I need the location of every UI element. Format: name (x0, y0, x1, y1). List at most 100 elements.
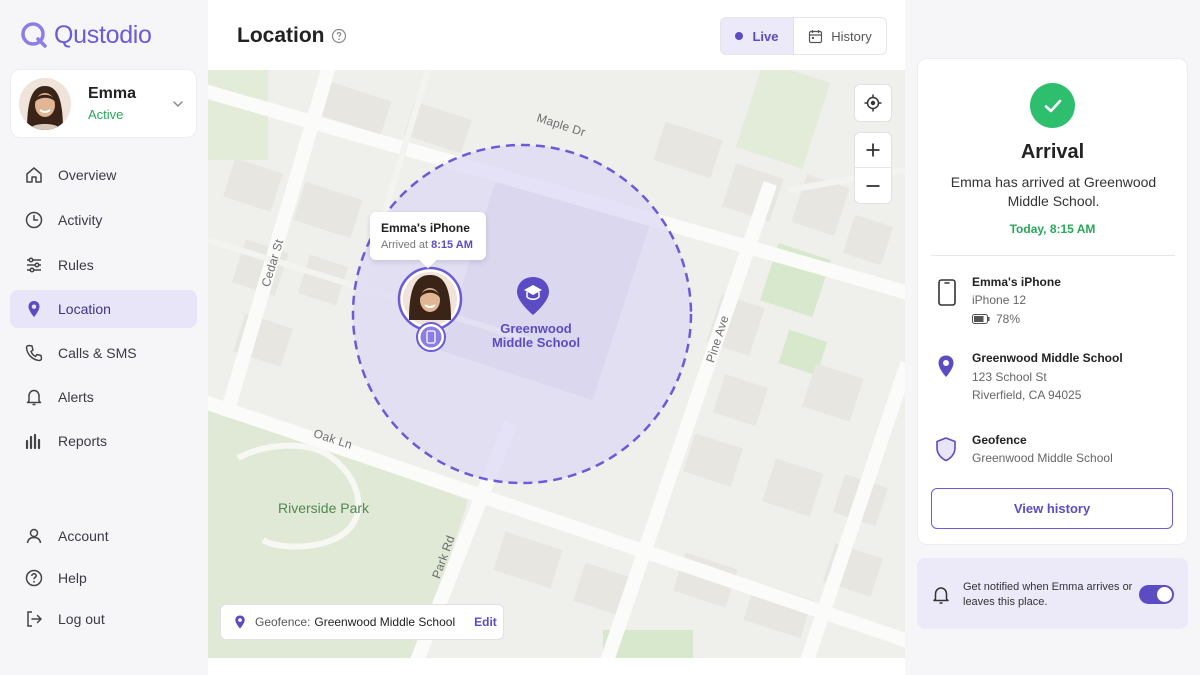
place-street: 123 School St (972, 370, 1047, 384)
device-model: iPhone 12 (972, 293, 1027, 307)
bell-icon (933, 587, 949, 604)
bar-chart-icon (25, 433, 41, 450)
tab-history-label: History (831, 28, 872, 44)
divider (931, 255, 1175, 256)
profile-status: Active (88, 107, 124, 122)
sidebar-item-label: Location (58, 301, 111, 317)
shield-icon (936, 437, 956, 462)
avatar-image-icon (19, 77, 71, 130)
sidebar-item-rules[interactable]: Rules (10, 246, 197, 284)
arrival-card: Arrival Emma has arrived at Greenwood Mi… (917, 58, 1188, 545)
place-city: Riverfield, CA 94025 (972, 388, 1082, 402)
sidebar-item-location[interactable]: Location (10, 290, 197, 328)
pin-icon (235, 615, 245, 629)
sidebar-item-calls-sms[interactable]: Calls & SMS (10, 334, 197, 372)
success-check-icon (1030, 83, 1075, 128)
sidebar-item-logout[interactable]: Log out (10, 600, 197, 638)
sidebar-item-label: Reports (58, 433, 108, 449)
view-history-button[interactable]: View history (931, 488, 1173, 529)
pin-icon (28, 301, 40, 317)
profile-switcher[interactable]: Emma Active (10, 69, 197, 138)
sidebar-item-account[interactable]: Account (10, 517, 197, 555)
sidebar-item-help[interactable]: Help (10, 559, 197, 597)
live-dot-icon (735, 32, 744, 40)
recenter-button[interactable] (854, 84, 892, 122)
tooltip-device-name: Emma's iPhone (381, 221, 470, 235)
tooltip-arrived-time: 8:15 AM (431, 239, 473, 251)
profile-name: Emma (88, 85, 137, 102)
plus-icon (866, 143, 880, 157)
device-battery: 78% (972, 312, 1020, 326)
qustodio-logo-icon (21, 22, 47, 48)
calendar-icon (809, 29, 823, 43)
phone-icon (25, 344, 43, 362)
sidebar: Qustodio Emma Active Overview Activity R… (0, 0, 208, 675)
sidebar-item-label: Activity (58, 212, 103, 228)
geofence-value: Greenwood Middle School (972, 451, 1113, 465)
arrival-title: Arrival (1020, 141, 1085, 163)
school-map-label: Greenwood Middle School (486, 322, 586, 350)
geofence-edit-link[interactable]: Edit (474, 615, 497, 629)
sidebar-item-label: Account (58, 528, 109, 544)
tooltip-arrival: Arrived at 8:15 AM (381, 239, 475, 251)
clock-icon (25, 211, 43, 229)
map-footer (208, 658, 905, 675)
sidebar-item-alerts[interactable]: Alerts (10, 378, 197, 416)
park-label: Riverside Park (278, 500, 370, 516)
geofence-info: Geofence Greenwood Middle School (932, 433, 1176, 473)
bell-icon (26, 389, 42, 406)
battery-level: 78% (996, 312, 1021, 326)
map-canvas (208, 70, 905, 658)
sidebar-item-activity[interactable]: Activity (10, 201, 197, 239)
pin-icon (938, 355, 954, 377)
arrival-message: Emma has arrived at Greenwood Middle Sch… (950, 174, 1157, 209)
tab-live-label: Live (752, 28, 779, 44)
device-info: Emma's iPhone iPhone 12 78% (932, 275, 1176, 327)
avatar (19, 77, 71, 130)
sidebar-item-label: Help (58, 570, 87, 586)
geofence-pill: Geofence: Greenwood Middle School Edit (220, 604, 504, 640)
user-icon (26, 528, 42, 544)
sidebar-item-label: Log out (58, 611, 105, 627)
sidebar-item-label: Alerts (58, 389, 94, 405)
map[interactable]: Maple Dr Cedar St Pine Ave Oak Ln Park R… (208, 70, 905, 658)
device-name: Emma's iPhone (972, 275, 1061, 289)
school-label-line1: Greenwood (500, 321, 572, 336)
tab-live[interactable]: Live (721, 18, 794, 54)
school-label-line2: Middle School (491, 335, 581, 350)
smartphone-icon (938, 279, 956, 306)
sidebar-item-reports[interactable]: Reports (10, 422, 197, 460)
app-name: Qustodio (54, 20, 152, 49)
main-header: Location Live History (208, 0, 905, 70)
geofence-pill-value: Greenwood Middle School (314, 615, 456, 629)
zoom-controls (854, 132, 892, 204)
minus-icon (866, 184, 880, 187)
help-circle-icon (25, 569, 43, 587)
sidebar-item-label: Overview (58, 167, 117, 183)
zoom-out-button[interactable] (855, 168, 891, 203)
tooltip-arrived-prefix: Arrived at (381, 239, 429, 251)
notification-setting: Get notified when Emma arrives or leaves… (917, 558, 1188, 629)
live-history-toggle: Live History (720, 17, 887, 55)
app-logo[interactable]: Qustodio (20, 20, 152, 50)
geofence-title: Geofence (972, 433, 1027, 447)
sliders-icon (27, 257, 41, 273)
battery-icon (972, 314, 990, 324)
place-info: Greenwood Middle School 123 School St Ri… (932, 351, 1176, 402)
notification-toggle[interactable] (1139, 585, 1174, 604)
sidebar-item-label: Calls & SMS (58, 345, 137, 361)
help-circle-icon[interactable] (331, 28, 347, 44)
sidebar-item-label: Rules (58, 257, 94, 273)
device-tooltip: Emma's iPhone Arrived at 8:15 AM (370, 212, 486, 260)
notification-text: Get notified when Emma arrives or leaves… (963, 581, 1133, 608)
geofence-pill-label: Geofence: (255, 615, 311, 629)
home-icon (26, 167, 42, 183)
chevron-down-icon (173, 101, 183, 108)
place-name: Greenwood Middle School (972, 351, 1123, 365)
tab-history[interactable]: History (794, 18, 886, 54)
sidebar-item-overview[interactable]: Overview (10, 156, 197, 194)
toggle-knob (1157, 587, 1172, 602)
page-title: Location (237, 24, 325, 47)
zoom-in-button[interactable] (855, 133, 891, 169)
crosshair-icon (864, 94, 882, 112)
